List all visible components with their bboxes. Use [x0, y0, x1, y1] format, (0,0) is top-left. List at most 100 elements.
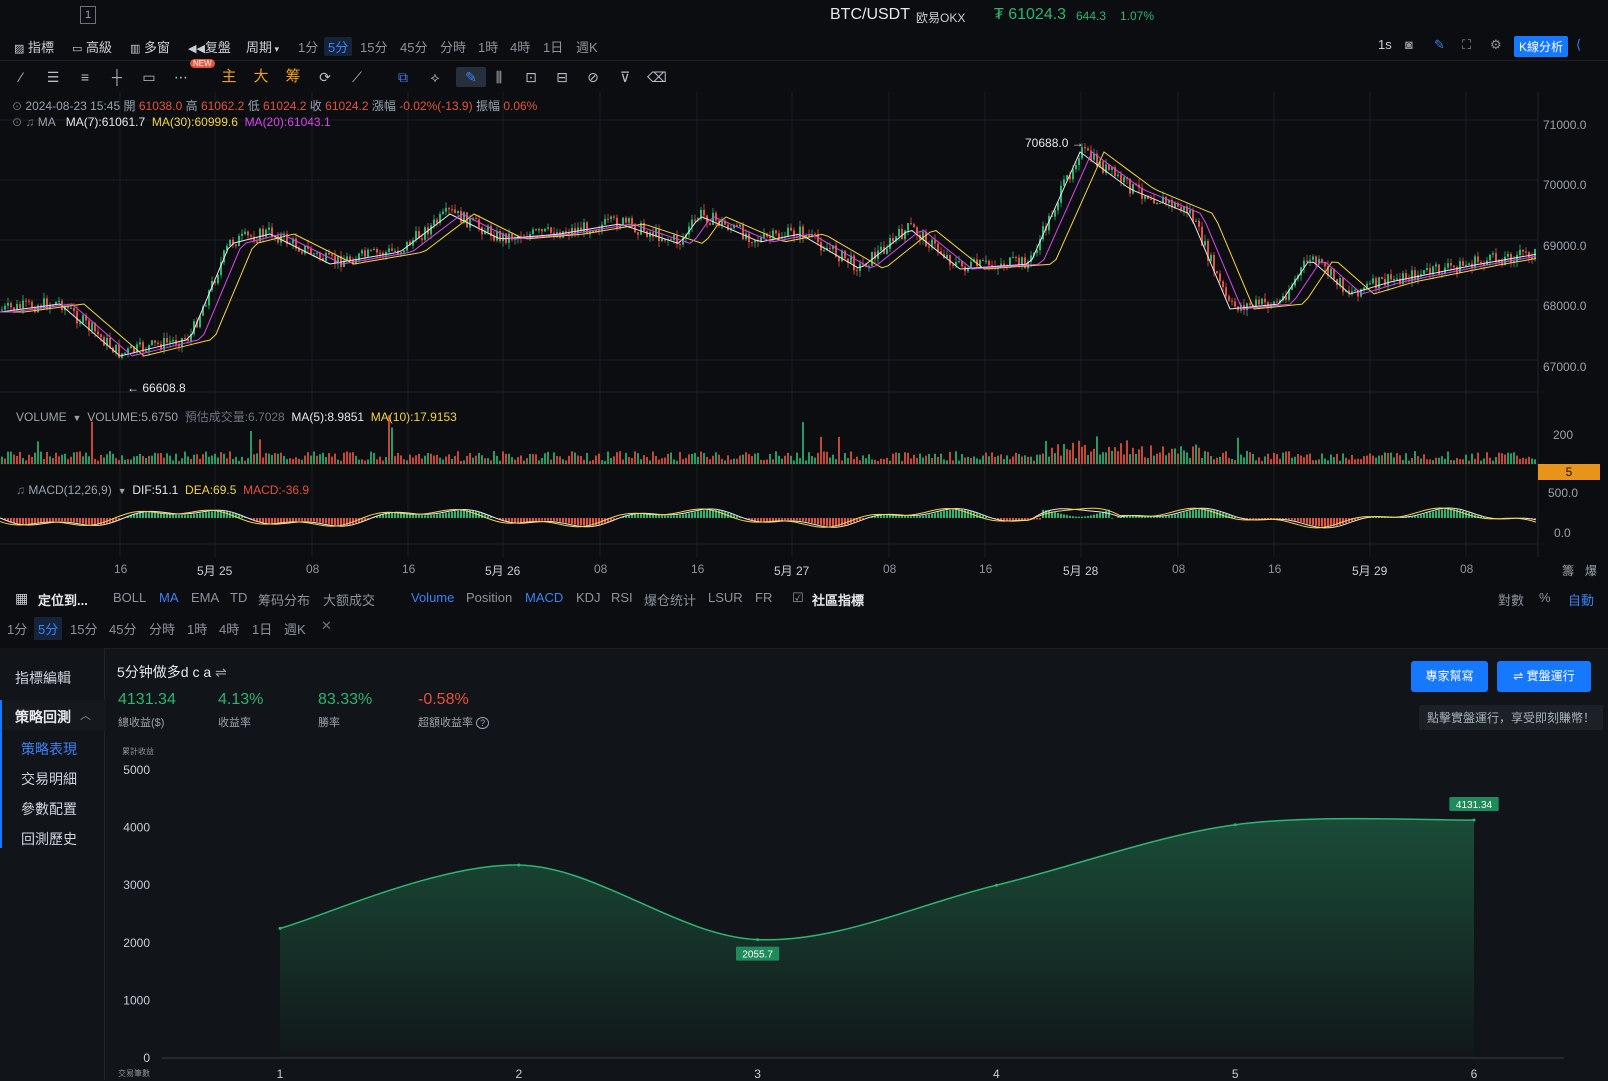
- k-analysis-button[interactable]: K線分析: [1514, 36, 1568, 57]
- camera-icon[interactable]: ◙: [1405, 37, 1413, 52]
- expert-write-button[interactable]: 專家幫寫: [1411, 661, 1488, 692]
- percent-toggle[interactable]: %: [1539, 590, 1551, 605]
- indicator-button[interactable]: ▨ 指標: [14, 37, 54, 56]
- filter-icon[interactable]: ⊽: [614, 67, 636, 87]
- sidebar-item-history[interactable]: 回測歷史: [21, 829, 77, 849]
- live-trading-button[interactable]: ⇌ 實盤運行: [1497, 661, 1591, 692]
- log-scale-toggle[interactable]: 對數: [1498, 590, 1524, 609]
- sidebar-item-trades[interactable]: 交易明細: [21, 769, 77, 789]
- main-chart-button[interactable]: 主: [218, 67, 240, 87]
- indicator-fr[interactable]: FR: [755, 590, 772, 605]
- chip-toggle[interactable]: 籌: [1562, 562, 1574, 579]
- collapse-icon[interactable]: ⊙: [12, 99, 22, 113]
- calendar-icon[interactable]: ▦: [15, 590, 28, 607]
- chevron-down-icon[interactable]: ▼: [70, 413, 84, 423]
- trash-icon[interactable]: ⌫: [646, 67, 668, 87]
- multi-window-button[interactable]: ▥ 多窗: [130, 37, 170, 56]
- switch-icon[interactable]: ⇌: [215, 664, 227, 680]
- period-1h[interactable]: 1時: [478, 37, 498, 56]
- area-fill: [280, 819, 1474, 1058]
- period-1m[interactable]: 1分: [298, 37, 318, 56]
- indicator-volume[interactable]: Volume: [411, 590, 454, 605]
- horizontal-lines-icon[interactable]: ≡: [74, 67, 96, 87]
- period-15m[interactable]: 15分: [360, 37, 387, 56]
- indicator-chip-dist[interactable]: 筹码分布: [258, 590, 310, 609]
- ma-info: ⊙ ♫ MA MA(7):61061.7 MA(30):60999.6 MA(2…: [12, 115, 331, 129]
- tf-1w[interactable]: 週K: [284, 619, 306, 638]
- candles-icon[interactable]: ⫼: [488, 67, 510, 87]
- ohlc-info: ⊙ 2024-08-23 15:45 開 61038.0 高 61062.2 低…: [12, 97, 537, 114]
- indicator-lsur[interactable]: LSUR: [708, 590, 743, 605]
- edit-icon[interactable]: ☑: [792, 590, 804, 606]
- kline-chart[interactable]: [0, 92, 1608, 582]
- indicator-td[interactable]: TD: [230, 590, 247, 605]
- chevron-down-icon[interactable]: ▼: [115, 486, 129, 496]
- collapse-icon[interactable]: ⊙: [12, 115, 22, 129]
- sync-icon[interactable]: ⟳: [314, 67, 336, 87]
- macd-hist: MACD:-36.9: [243, 483, 309, 497]
- indicator-kdj[interactable]: KDJ: [576, 590, 601, 605]
- rectangle-icon[interactable]: ▭: [138, 67, 160, 87]
- tf-1d[interactable]: 1日: [252, 619, 272, 638]
- measure-icon[interactable]: ⟋: [346, 67, 368, 87]
- indicator-large-trade[interactable]: 大额成交: [323, 590, 375, 609]
- tf-1m[interactable]: 1分: [7, 619, 27, 638]
- indicator-ema[interactable]: EMA: [191, 590, 219, 605]
- tf-45m[interactable]: 45分: [109, 619, 136, 638]
- tf-5m[interactable]: 5分: [34, 617, 62, 640]
- tf-4h[interactable]: 4時: [219, 619, 239, 638]
- sidebar-item-performance[interactable]: 策略表現: [21, 739, 77, 759]
- bell-icon[interactable]: ♫: [16, 483, 25, 497]
- sidebar-indicator-edit[interactable]: 指標編輯: [15, 668, 71, 688]
- close-icon[interactable]: ✕: [321, 618, 332, 634]
- period-timeshare[interactable]: 分時: [440, 37, 466, 56]
- help-icon[interactable]: ?: [476, 717, 489, 729]
- chip-button[interactable]: 筹: [282, 67, 304, 87]
- parallel-lines-icon[interactable]: ☰: [42, 67, 64, 87]
- brush-icon[interactable]: ✎: [456, 67, 486, 87]
- sidebar-backtest[interactable]: 策略回測 ︿: [0, 700, 106, 730]
- horizontal-ray-icon[interactable]: ┼: [106, 67, 128, 87]
- indicator-macd[interactable]: MACD: [525, 590, 563, 605]
- refresh-interval[interactable]: 1s: [1378, 37, 1392, 52]
- liquidation-toggle[interactable]: 爆: [1585, 562, 1597, 579]
- trendline-icon[interactable]: ⁄: [10, 67, 32, 87]
- link-icon[interactable]: ⊘: [582, 67, 604, 87]
- window-index[interactable]: 1: [80, 6, 96, 24]
- period-45m[interactable]: 45分: [400, 37, 427, 56]
- magnet-icon[interactable]: ⧉: [392, 67, 414, 87]
- fullscreen-icon[interactable]: ⛶: [1462, 37, 1471, 53]
- advanced-button[interactable]: ▭ 高級: [72, 37, 112, 56]
- locate-button[interactable]: 定位到...: [38, 590, 88, 609]
- tf-15m[interactable]: 15分: [70, 619, 97, 638]
- tf-timeshare[interactable]: 分時: [149, 619, 175, 638]
- big-order-button[interactable]: 大: [250, 67, 272, 87]
- indicator-ma[interactable]: MA: [159, 590, 179, 605]
- period-1d[interactable]: 1日: [543, 37, 563, 56]
- pen-icon[interactable]: ✎: [1434, 37, 1445, 53]
- indicator-rsi[interactable]: RSI: [611, 590, 633, 605]
- indicator-liquidation[interactable]: 爆仓统计: [644, 590, 696, 609]
- auto-toggle[interactable]: 自動: [1568, 590, 1594, 609]
- share-icon[interactable]: ⟨: [1576, 37, 1581, 53]
- period-5m[interactable]: 5分: [324, 37, 352, 56]
- tf-1h[interactable]: 1時: [187, 619, 207, 638]
- gear-icon[interactable]: ⚙: [1490, 37, 1502, 53]
- ma-line-1: [0, 152, 1536, 356]
- more-icon[interactable]: ⋯: [170, 67, 192, 87]
- lock-icon[interactable]: ⊡: [520, 67, 542, 87]
- data-point: [279, 927, 282, 930]
- period-4h[interactable]: 4時: [510, 37, 530, 56]
- replay-button[interactable]: ◀◀复盤: [188, 37, 231, 56]
- community-indicators-button[interactable]: 社區指標: [812, 590, 864, 609]
- indicator-boll[interactable]: BOLL: [113, 590, 146, 605]
- indicator-position[interactable]: Position: [466, 590, 512, 605]
- ma7-value: MA(7):61061.7: [66, 115, 145, 129]
- bell-icon[interactable]: ♫: [25, 115, 34, 129]
- symbol-name[interactable]: BTC/USDT: [830, 6, 910, 24]
- ruler-icon[interactable]: ⟡: [424, 67, 446, 87]
- period-dropdown[interactable]: 周期 ▾: [246, 37, 279, 56]
- edit-box-icon[interactable]: ⊟: [551, 67, 573, 87]
- period-1w[interactable]: 週K: [576, 37, 598, 56]
- sidebar-item-params[interactable]: 參數配置: [21, 799, 77, 819]
